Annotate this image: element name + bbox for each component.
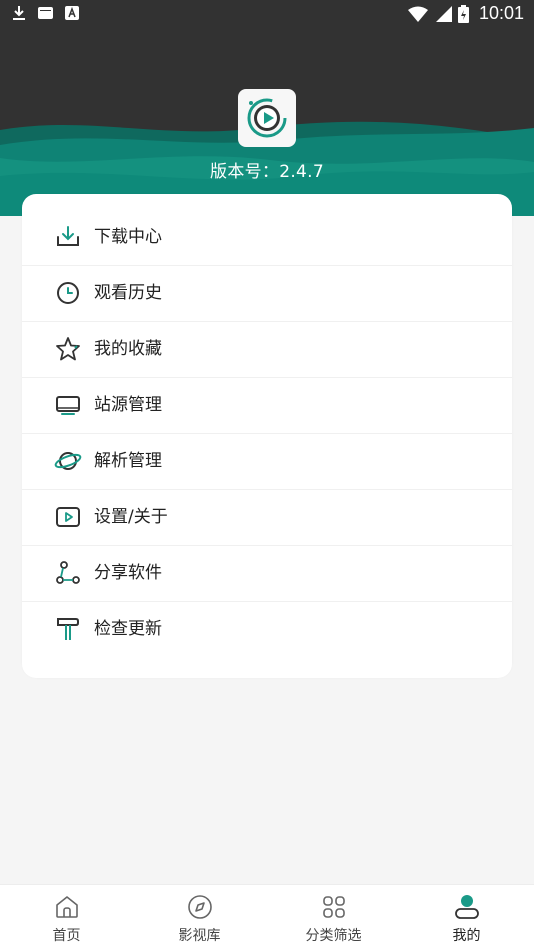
tab-category-filter[interactable]: 分类筛选 xyxy=(267,885,400,950)
menu-item-label: 解析管理 xyxy=(94,451,162,471)
menu-item-settings-about[interactable]: 设置/关于 xyxy=(22,490,512,546)
app-play-logo-icon xyxy=(247,98,287,138)
tab-label: 分类筛选 xyxy=(305,928,362,944)
menu-item-label: 观看历史 xyxy=(94,283,162,303)
menu-item-label: 站源管理 xyxy=(94,395,162,415)
status-bar: 10:01 xyxy=(0,0,534,28)
grid-icon xyxy=(322,896,345,918)
home-icon xyxy=(55,896,78,918)
menu-item-favorites[interactable]: 我的收藏 xyxy=(22,322,512,378)
menu-item-label: 检查更新 xyxy=(94,619,162,639)
a-icon xyxy=(65,6,79,20)
menu-item-download-center[interactable]: 下载中心 xyxy=(22,210,512,266)
compass-icon xyxy=(187,895,212,919)
clock-icon xyxy=(57,282,79,304)
menu-item-parse-management[interactable]: 解析管理 xyxy=(22,434,512,490)
menu-item-check-update[interactable]: 检查更新 xyxy=(22,602,512,658)
paint-roller-icon xyxy=(57,618,79,640)
menu-item-source-management[interactable]: 站源管理 xyxy=(22,378,512,434)
play-box-icon xyxy=(56,507,80,527)
menu-card: 下载中心 观看历史 我的收藏 站源管理 解析管理 设置/关于 分享软件 检查更新 xyxy=(22,194,512,678)
star-icon xyxy=(56,337,80,361)
user-icon xyxy=(454,895,479,919)
tab-mine[interactable]: 我的 xyxy=(400,885,533,950)
menu-item-label: 设置/关于 xyxy=(94,507,168,527)
wifi-icon xyxy=(407,6,428,22)
signal-icon xyxy=(435,5,452,22)
notification-icon xyxy=(38,7,53,19)
tab-home[interactable]: 首页 xyxy=(0,885,133,950)
menu-item-label: 我的收藏 xyxy=(94,339,162,359)
menu-item-share-app[interactable]: 分享软件 xyxy=(22,546,512,602)
menu-item-label: 下载中心 xyxy=(94,227,162,247)
bottom-navigation: 首页 影视库 分类筛选 我的 xyxy=(0,884,534,950)
menu-item-watch-history[interactable]: 观看历史 xyxy=(22,266,512,322)
menu-item-label: 分享软件 xyxy=(94,563,162,583)
tab-label: 首页 xyxy=(52,928,81,944)
monitor-icon xyxy=(56,396,80,415)
tab-label: 我的 xyxy=(452,928,481,944)
battery-icon xyxy=(457,4,469,23)
tab-label: 影视库 xyxy=(178,928,221,944)
download-icon xyxy=(13,6,25,20)
app-logo xyxy=(238,89,296,147)
clock-time: 10:01 xyxy=(478,3,524,23)
tab-video-library[interactable]: 影视库 xyxy=(133,885,266,950)
version-text: 版本号：2.4.7 xyxy=(210,162,324,182)
download-tray-icon xyxy=(57,226,79,246)
share-icon xyxy=(56,561,80,584)
planet-icon xyxy=(54,452,82,470)
